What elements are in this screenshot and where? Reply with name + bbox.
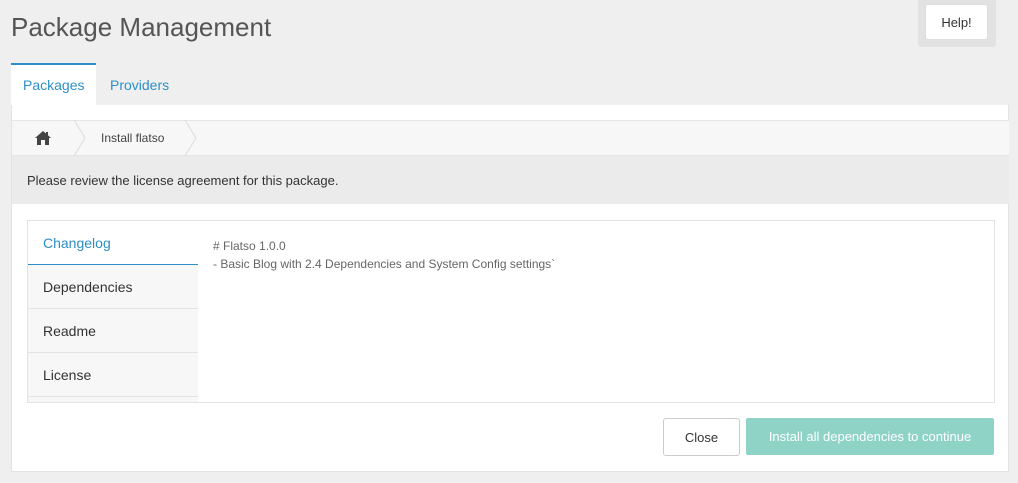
main-panel: Install flatso Please review the license…	[11, 105, 1009, 472]
changelog-content: # Flatso 1.0.0 - Basic Blog with 2.4 Dep…	[213, 237, 555, 273]
breadcrumb-separator	[73, 120, 86, 156]
tab-dependencies[interactable]: Dependencies	[28, 265, 198, 309]
install-dependencies-button[interactable]: Install all dependencies to continue	[746, 418, 994, 455]
tab-readme[interactable]: Readme	[28, 309, 198, 353]
license-notice-text: Please review the license agreement for …	[27, 173, 339, 188]
changelog-line: - Basic Blog with 2.4 Dependencies and S…	[213, 257, 556, 271]
home-icon[interactable]	[34, 130, 52, 146]
close-button[interactable]: Close	[663, 418, 740, 456]
license-notice: Please review the license agreement for …	[12, 156, 1009, 204]
package-details: Changelog Dependencies Readme License # …	[27, 220, 995, 403]
main-tabs: Packages Providers	[11, 63, 181, 105]
page-title: Package Management	[11, 12, 272, 42]
detail-tabs: Changelog Dependencies Readme License	[28, 221, 198, 402]
breadcrumb-separator	[184, 120, 197, 156]
changelog-line: # Flatso 1.0.0	[213, 239, 286, 253]
tab-more[interactable]	[28, 397, 198, 402]
tab-license[interactable]: License	[28, 353, 198, 397]
tab-changelog[interactable]: Changelog	[28, 221, 198, 265]
help-container: Help!	[918, 0, 996, 47]
breadcrumb: Install flatso	[12, 120, 1009, 156]
help-button[interactable]: Help!	[925, 4, 988, 40]
breadcrumb-current: Install flatso	[101, 131, 165, 145]
tab-packages[interactable]: Packages	[11, 63, 96, 105]
tab-providers[interactable]: Providers	[96, 63, 181, 105]
